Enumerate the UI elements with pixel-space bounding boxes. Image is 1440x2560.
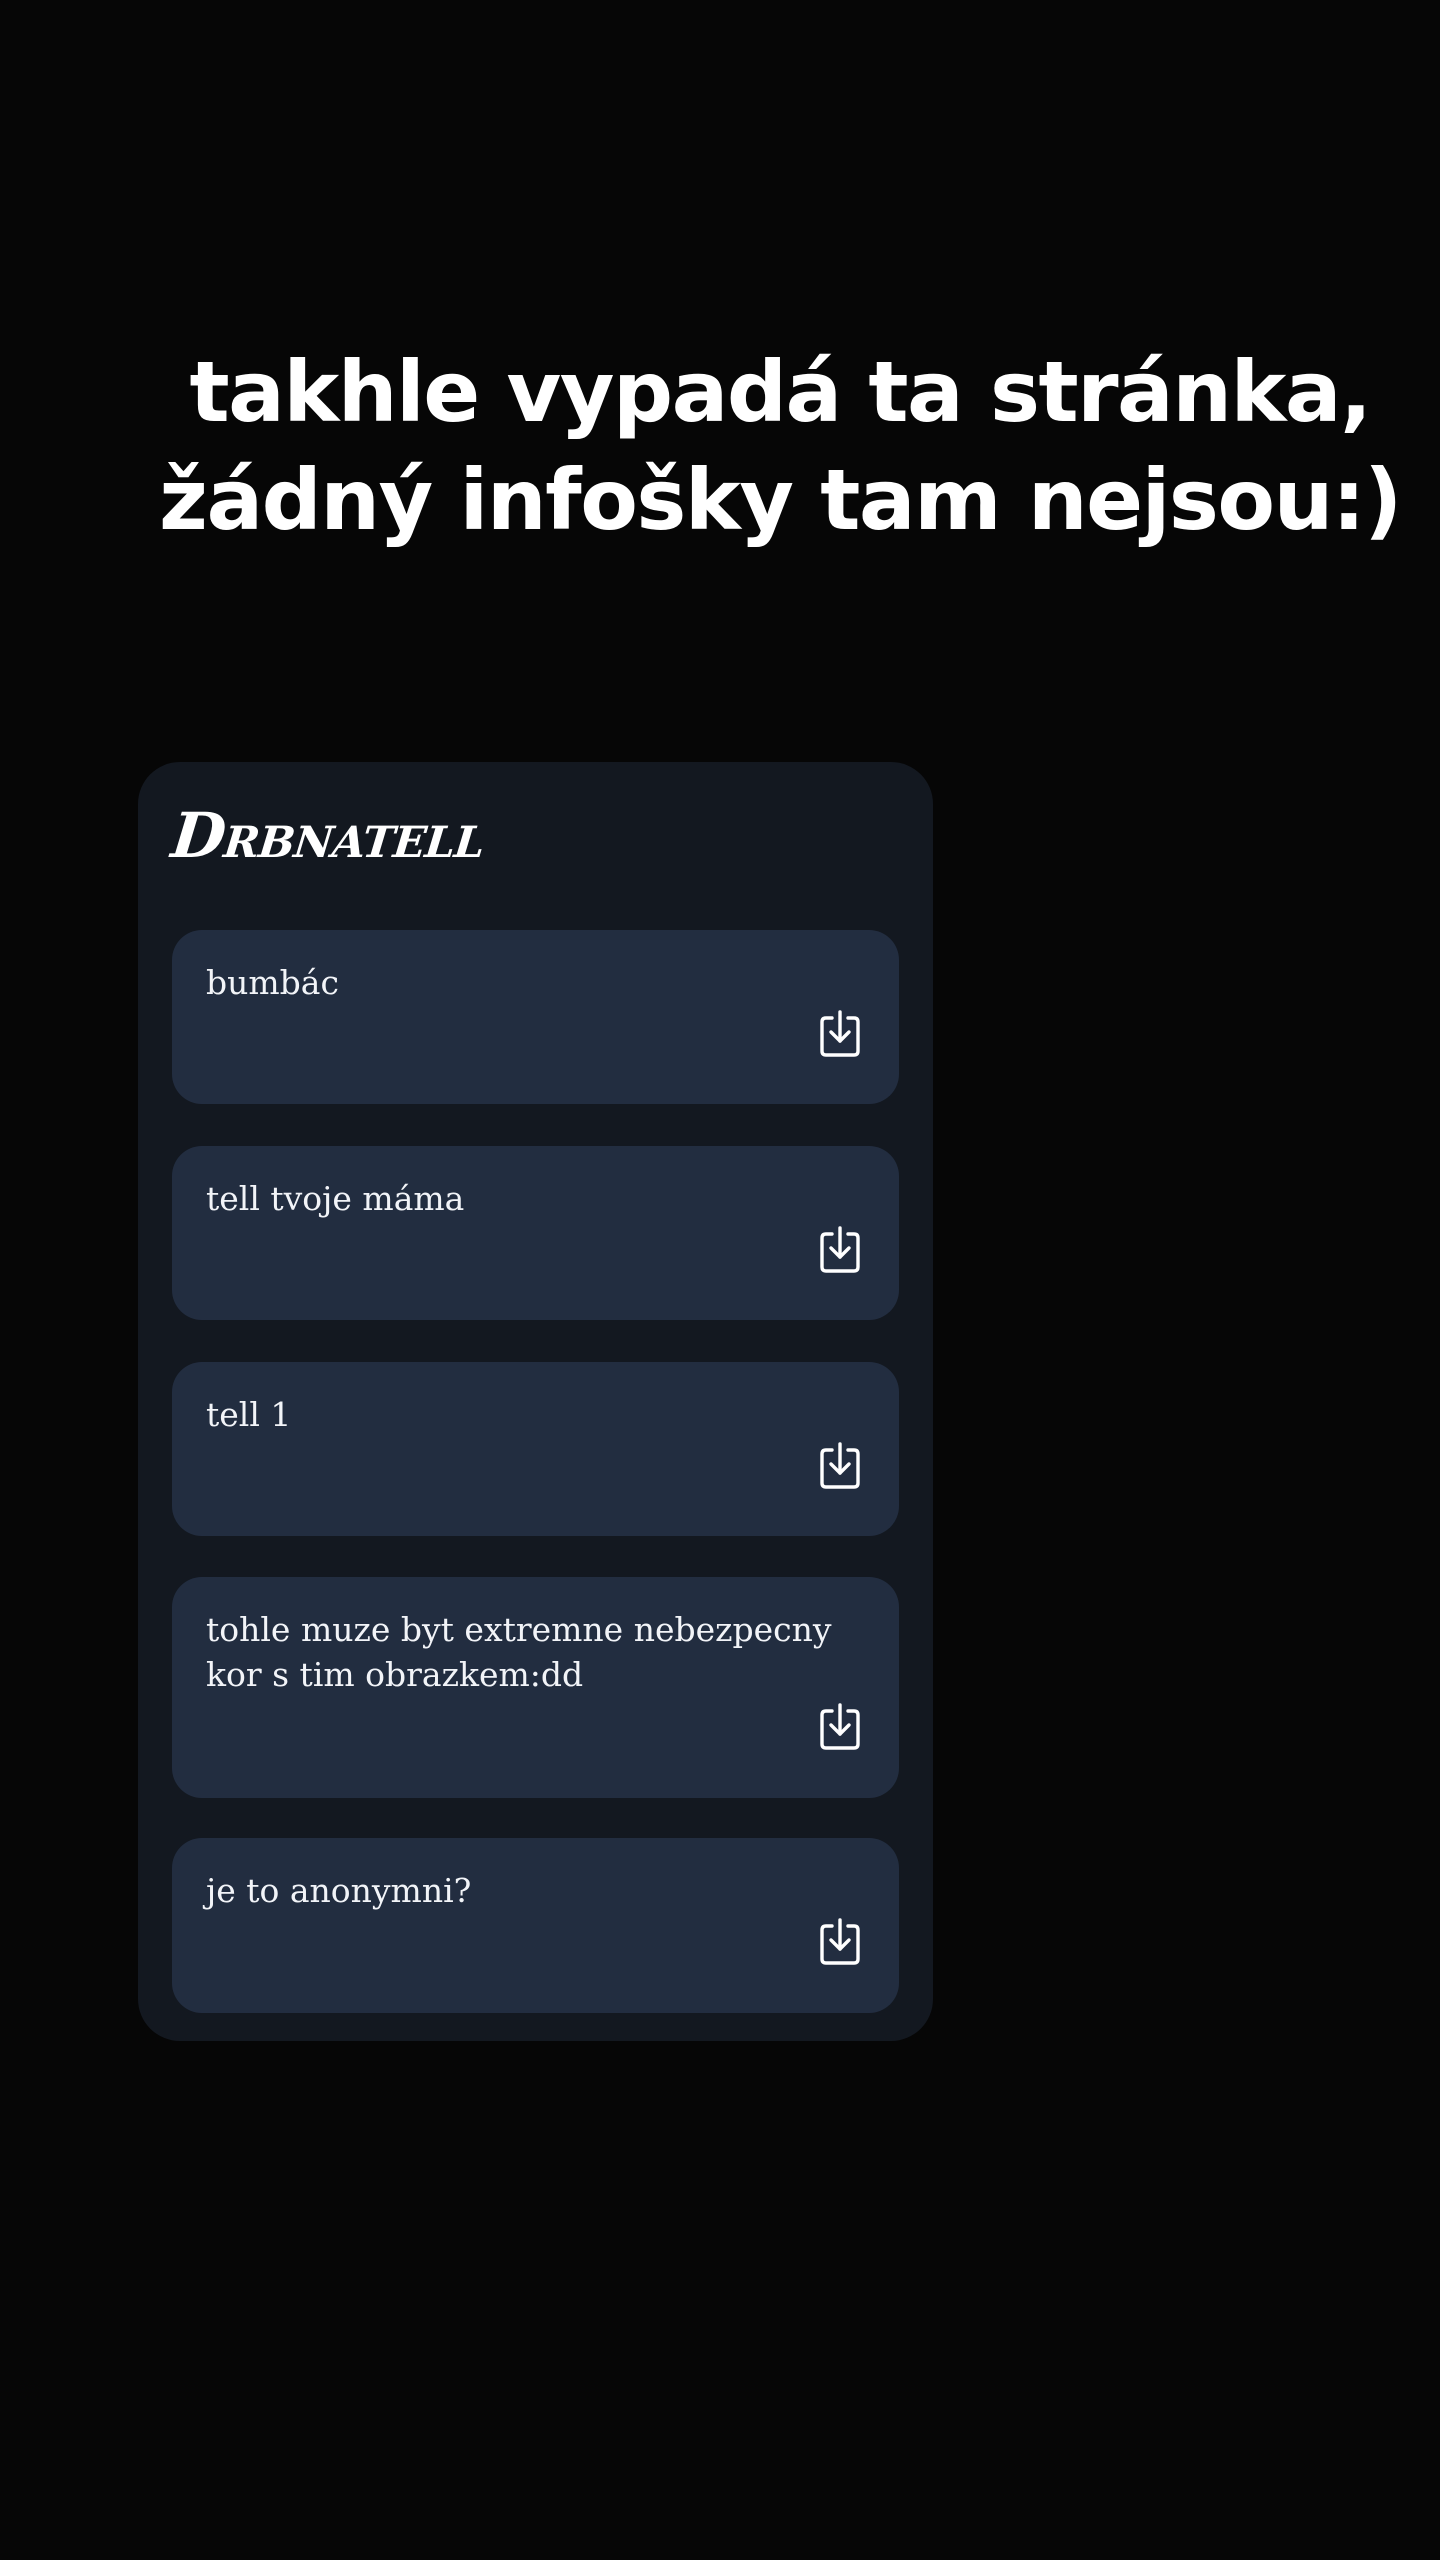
overlay-caption: takhle vypadá ta stránka, žádný infošky …: [100, 338, 1440, 554]
caption-line-1: takhle vypadá ta stránka,: [189, 343, 1373, 441]
download-icon[interactable]: [819, 1226, 861, 1274]
download-icon[interactable]: [819, 1010, 861, 1058]
download-icon[interactable]: [819, 1442, 861, 1490]
message-card[interactable]: tell 1: [172, 1362, 899, 1536]
message-card[interactable]: tohle muze byt extremne nebezpecny kor s…: [172, 1577, 899, 1798]
message-text: tohle muze byt extremne nebezpecny kor s…: [206, 1610, 832, 1694]
messages-panel: Drbnatell bumbác tell tvoje máma tell 1: [138, 762, 933, 2041]
download-icon[interactable]: [819, 1918, 861, 1966]
message-card[interactable]: tell tvoje máma: [172, 1146, 899, 1320]
caption-line-2: žádný infošky tam nejsou:): [159, 451, 1402, 549]
app-logo: Drbnatell: [168, 799, 489, 872]
message-text: tell tvoje máma: [206, 1179, 465, 1218]
download-icon[interactable]: [819, 1703, 861, 1751]
message-card[interactable]: je to anonymni?: [172, 1838, 899, 2013]
message-text: tell 1: [206, 1395, 292, 1434]
message-text: bumbác: [206, 963, 339, 1002]
message-card[interactable]: bumbác: [172, 930, 899, 1104]
message-text: je to anonymni?: [206, 1871, 472, 1910]
